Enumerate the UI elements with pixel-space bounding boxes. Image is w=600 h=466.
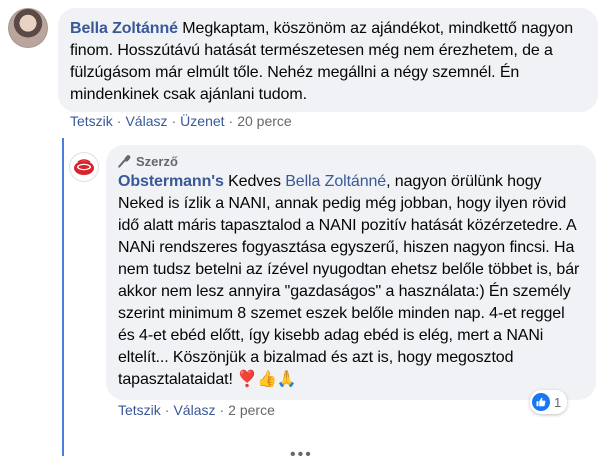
- microphone-icon: [118, 154, 132, 168]
- reaction-count[interactable]: 1: [530, 390, 568, 414]
- reply-text: , nagyon örülünk hogy Neked is ízlik a N…: [118, 173, 580, 388]
- reply-thread-line: [62, 138, 64, 456]
- message-link[interactable]: Üzenet: [180, 113, 224, 129]
- separator: ·: [164, 402, 170, 418]
- reply-author[interactable]: Obstermann's: [118, 173, 224, 190]
- brand-avatar[interactable]: [70, 153, 98, 181]
- separator: ·: [219, 402, 225, 418]
- reply-link[interactable]: Válasz: [125, 113, 167, 129]
- emoji-icons: ❣️👍🙏: [237, 371, 297, 388]
- reply-link[interactable]: Válasz: [173, 402, 215, 418]
- separator: ·: [116, 113, 122, 129]
- comment-actions: Tetszik · Válasz · Üzenet · 20 perce: [70, 113, 292, 129]
- author-badge: Szerző: [118, 151, 584, 171]
- mention-link[interactable]: Bella Zoltánné: [285, 173, 386, 190]
- reaction-count-number: 1: [554, 394, 562, 410]
- brand-logo-icon: [71, 154, 97, 180]
- reply-timestamp[interactable]: 2 perce: [228, 402, 275, 418]
- separator: ·: [171, 113, 177, 129]
- user-avatar[interactable]: [8, 8, 48, 48]
- comment-body: Bella Zoltánné Megkaptam, köszönöm az aj…: [70, 18, 586, 106]
- more-comments-ellipsis[interactable]: •••: [290, 446, 313, 464]
- like-link[interactable]: Tetszik: [118, 402, 161, 418]
- reply-actions: Tetszik · Válasz · 2 perce: [118, 402, 275, 418]
- reply-body: Obstermann's Kedves Bella Zoltánné, nagy…: [118, 171, 584, 391]
- separator: ·: [228, 113, 234, 129]
- comment-bubble: Bella Zoltánné Megkaptam, köszönöm az aj…: [58, 8, 598, 112]
- reply-bubble: Szerző Obstermann's Kedves Bella Zoltánn…: [106, 145, 596, 400]
- like-link[interactable]: Tetszik: [70, 113, 113, 129]
- comment-thread: Bella Zoltánné Megkaptam, köszönöm az aj…: [0, 0, 600, 466]
- comment-author[interactable]: Bella Zoltánné: [70, 20, 178, 37]
- comment-timestamp[interactable]: 20 perce: [237, 113, 291, 129]
- reply-greeting: Kedves: [223, 173, 286, 190]
- author-badge-label: Szerző: [136, 153, 178, 169]
- like-icon: [532, 393, 550, 411]
